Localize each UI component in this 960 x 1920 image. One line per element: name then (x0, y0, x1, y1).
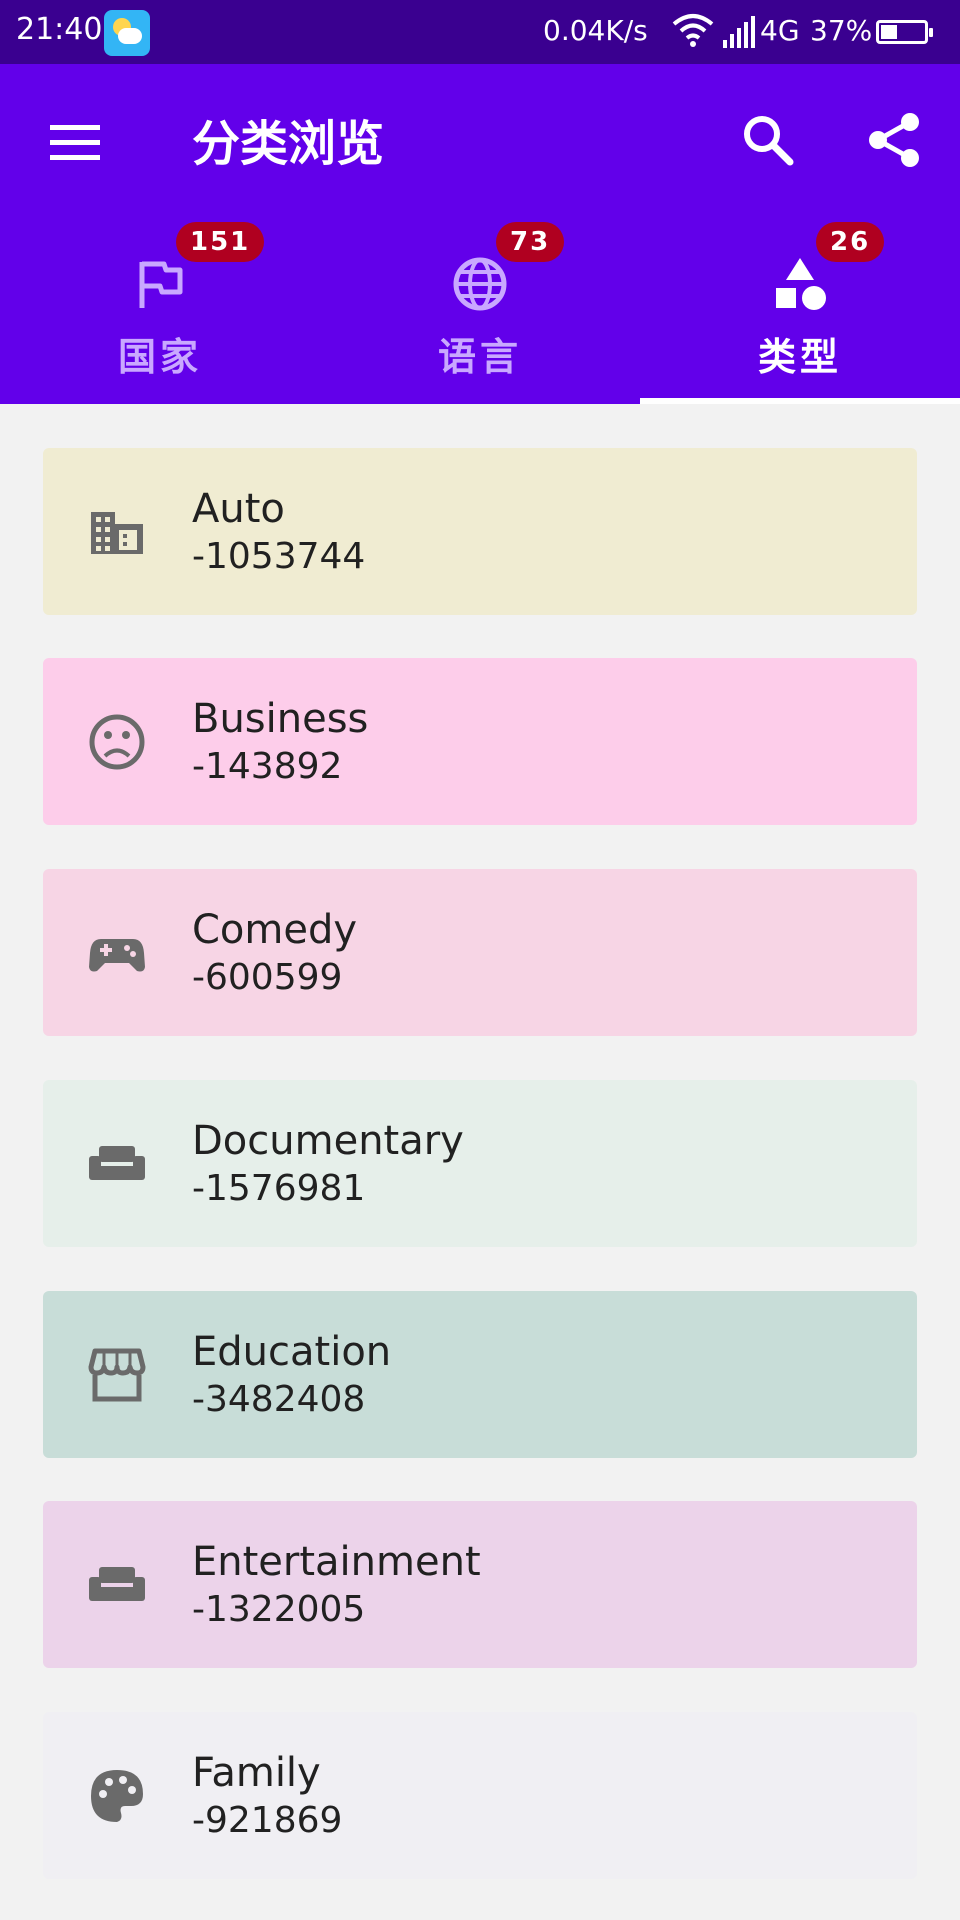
category-card-entertainment[interactable]: Entertainment -1322005 (43, 1501, 917, 1668)
category-card-business[interactable]: Business -143892 (43, 658, 917, 825)
category-name: Auto (192, 486, 285, 532)
category-card-family[interactable]: Family -921869 (43, 1712, 917, 1879)
network-type: 4G (760, 14, 800, 47)
category-name: Family (192, 1750, 321, 1796)
gamepad-icon (89, 939, 145, 972)
status-time: 21:40 (16, 12, 103, 47)
category-value: -921869 (192, 1800, 343, 1841)
signal-icon (723, 16, 755, 48)
tab-label: 语言 (437, 335, 522, 379)
app-bar: 分类浏览 151 国家 73 语言 26 类型 (0, 64, 960, 404)
category-value: -1053744 (192, 536, 366, 577)
tab-language[interactable]: 73 语言 (320, 214, 640, 404)
category-name: Entertainment (192, 1539, 481, 1585)
network-speed: 0.04K/s (543, 14, 648, 47)
status-bar: 21:40 0.04K/s 4G 37% (0, 0, 960, 64)
share-button[interactable] (862, 108, 926, 172)
menu-button[interactable] (40, 112, 110, 172)
category-card-auto[interactable]: Auto -1053744 (43, 448, 917, 615)
active-tab-indicator (640, 398, 960, 404)
search-button[interactable] (736, 108, 800, 172)
category-card-comedy[interactable]: Comedy -600599 (43, 869, 917, 1036)
battery-percent: 37% (810, 14, 873, 47)
palette-icon (91, 1770, 143, 1822)
category-value: -1322005 (192, 1589, 366, 1630)
language-count-badge: 73 (496, 222, 565, 262)
globe-icon (453, 257, 507, 311)
share-icon (869, 113, 919, 167)
category-name: Documentary (192, 1118, 464, 1164)
category-value: -600599 (192, 957, 343, 998)
menu-icon (50, 125, 100, 160)
wifi-icon (672, 14, 714, 47)
category-value: -1576981 (192, 1168, 366, 1209)
category-value: -143892 (192, 746, 343, 787)
battery-icon (876, 20, 933, 44)
store-icon (88, 1348, 146, 1402)
sad-face-icon (89, 714, 145, 770)
page-title: 分类浏览 (192, 116, 385, 172)
building-icon (91, 512, 143, 554)
tab-label: 国家 (117, 335, 202, 379)
tab-label: 类型 (757, 335, 842, 379)
battery-fill (881, 25, 897, 39)
flag-icon (139, 261, 183, 308)
category-card-documentary[interactable]: Documentary -1576981 (43, 1080, 917, 1247)
genre-count-badge: 26 (816, 222, 885, 262)
category-name: Business (192, 696, 369, 742)
category-card-education[interactable]: Education -3482408 (43, 1291, 917, 1458)
weather-app-icon (104, 10, 150, 56)
country-count-badge: 151 (176, 222, 265, 262)
sofa-icon (89, 1567, 145, 1601)
sofa-icon (89, 1146, 145, 1180)
tab-country[interactable]: 151 国家 (0, 214, 320, 404)
category-name: Education (192, 1329, 392, 1375)
tab-genre[interactable]: 26 类型 (640, 214, 960, 404)
search-icon (744, 116, 794, 166)
category-name: Comedy (192, 907, 358, 953)
shapes-icon (776, 258, 826, 310)
category-value: -3482408 (192, 1379, 366, 1420)
